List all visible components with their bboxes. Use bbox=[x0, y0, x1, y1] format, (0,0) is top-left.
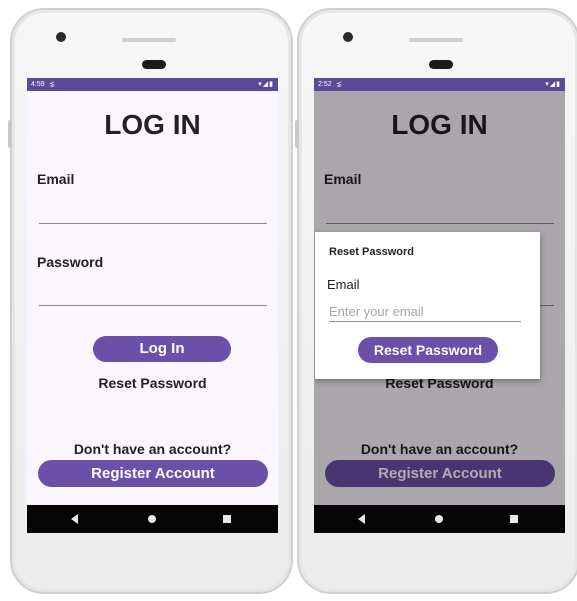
recent-apps-icon[interactable] bbox=[223, 515, 231, 523]
navigation-bar bbox=[314, 505, 565, 533]
reset-password-link[interactable]: Reset Password bbox=[27, 375, 278, 391]
status-bar: 4:59 ⋨ ▾◢▮ bbox=[27, 78, 278, 91]
page-title: LOG IN bbox=[104, 109, 201, 140]
email-label: Email bbox=[37, 171, 75, 187]
phone-right: 2:52 ⋨ ▾◢▮ LOG IN Email P Reset Password… bbox=[295, 8, 577, 594]
phone-left: 4:59 ⋨ ▾◢▮ LOG IN Email Password Log In … bbox=[8, 8, 293, 594]
no-account-text: Don't have an account? bbox=[73, 441, 232, 457]
dialog-reset-password-button[interactable]: Reset Password bbox=[358, 337, 498, 363]
volume-button bbox=[295, 120, 299, 148]
navigation-bar bbox=[27, 505, 278, 533]
password-label: Password bbox=[37, 254, 104, 270]
status-bar: 2:52 ⋨ ▾◢▮ bbox=[314, 78, 565, 91]
reset-password-dialog: Reset Password Email Reset Password bbox=[315, 232, 540, 379]
dialog-title: Reset Password bbox=[329, 246, 414, 258]
earpiece bbox=[409, 38, 463, 42]
back-icon[interactable] bbox=[71, 514, 78, 524]
sensor bbox=[142, 60, 166, 69]
home-icon[interactable] bbox=[148, 515, 156, 523]
screen: 2:52 ⋨ ▾◢▮ LOG IN Email P Reset Password… bbox=[314, 78, 565, 533]
sensor bbox=[429, 60, 453, 69]
back-icon[interactable] bbox=[358, 514, 365, 524]
login-button[interactable]: Log In bbox=[93, 336, 231, 362]
front-camera bbox=[56, 32, 66, 42]
dialog-email-label: Email bbox=[327, 277, 360, 292]
volume-button bbox=[8, 120, 12, 148]
notification-icon: ⋨ bbox=[336, 81, 342, 88]
front-camera bbox=[343, 32, 353, 42]
dialog-email-input[interactable] bbox=[329, 302, 521, 322]
signal-battery-icon: ▾◢▮ bbox=[545, 81, 561, 88]
register-account-button[interactable]: Register Account bbox=[38, 460, 268, 487]
notification-icon: ⋨ bbox=[49, 81, 55, 88]
status-time: 2:52 bbox=[318, 81, 332, 88]
recent-apps-icon[interactable] bbox=[510, 515, 518, 523]
earpiece bbox=[122, 38, 176, 42]
home-icon[interactable] bbox=[435, 515, 443, 523]
email-input[interactable] bbox=[39, 223, 267, 224]
signal-battery-icon: ▾◢▮ bbox=[258, 81, 274, 88]
status-time: 4:59 bbox=[31, 81, 45, 88]
password-input[interactable] bbox=[39, 305, 267, 306]
screen: 4:59 ⋨ ▾◢▮ LOG IN Email Password Log In … bbox=[27, 78, 278, 533]
